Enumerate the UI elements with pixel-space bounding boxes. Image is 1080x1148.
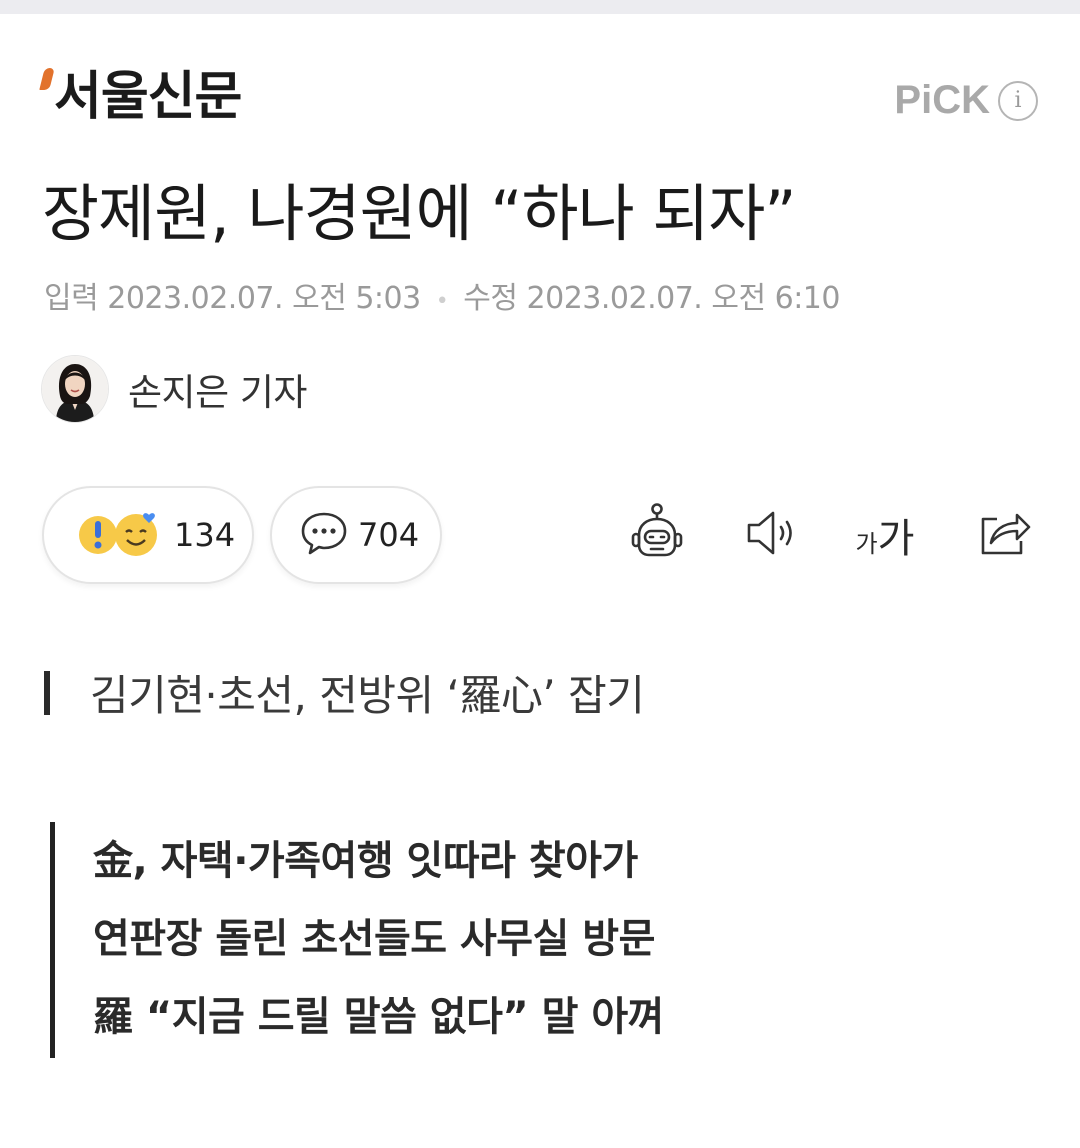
date-input-value: 2023.02.07. 오전 5:03: [107, 281, 421, 316]
reaction-emoji-icon: [74, 505, 164, 565]
summary-bot-button[interactable]: [622, 500, 692, 570]
comment-bubble-icon: [300, 509, 348, 561]
status-strip: [0, 0, 1080, 14]
subhead-bar: [44, 670, 50, 715]
reaction-count: 134: [174, 516, 236, 554]
comment-button[interactable]: 704: [270, 486, 442, 584]
robot-summary-icon: [625, 501, 689, 569]
article-headline: 장제원, 나경원에 “하나 되자”: [42, 177, 797, 250]
byline[interactable]: 손지은 기자: [42, 356, 307, 422]
summary-line: 羅 “지금 드릴 말씀 없다” 말 아껴: [93, 994, 664, 1040]
press-name: 서울신문: [54, 67, 242, 127]
subheadline-text: 김기현·초선, 전방위 ‘羅心’ 잡기: [90, 671, 645, 720]
font-big-glyph: 가: [877, 516, 915, 562]
summary-line: 연판장 돌린 초선들도 사무실 방문: [93, 916, 655, 962]
font-small-glyph: 가: [855, 530, 878, 558]
share-icon: [975, 503, 1035, 567]
tts-button[interactable]: [736, 500, 806, 570]
pick-badge[interactable]: PiCK i: [894, 78, 1038, 123]
article-subheadline: 김기현·초선, 전방위 ‘羅心’ 잡기: [44, 662, 645, 723]
press-logo[interactable]: 서울신문: [39, 66, 242, 132]
date-input-label: 입력: [44, 281, 99, 316]
reporter-avatar[interactable]: [42, 356, 108, 422]
date-modified-label: 수정: [463, 281, 518, 316]
reaction-button[interactable]: 134: [42, 486, 254, 584]
separator-dot: •: [435, 289, 449, 314]
share-button[interactable]: [970, 500, 1040, 570]
font-size-button[interactable]: 가가: [850, 500, 920, 570]
article-action-bar: 134 704 가가: [42, 486, 1038, 586]
press-header: 서울신문 PiCK i: [39, 66, 1038, 136]
logo-accent-mark: [39, 68, 55, 90]
article-summary: 金, 자택·가족여행 잇따라 찾아가 연판장 돌린 초선들도 사무실 방문 羅 …: [50, 822, 950, 1058]
font-size-icon: 가가: [856, 506, 915, 564]
pick-label: PiCK: [894, 78, 990, 122]
date-modified-value: 2023.02.07. 오전 6:10: [526, 281, 841, 316]
article-dateline: 입력 2023.02.07. 오전 5:03 • 수정 2023.02.07. …: [44, 276, 1044, 325]
reporter-name[interactable]: 손지은 기자: [128, 362, 307, 416]
speaker-icon: [741, 503, 801, 567]
comment-count: 704: [358, 516, 420, 554]
summary-line: 金, 자택·가족여행 잇따라 찾아가: [93, 838, 638, 884]
info-icon[interactable]: i: [998, 80, 1038, 121]
